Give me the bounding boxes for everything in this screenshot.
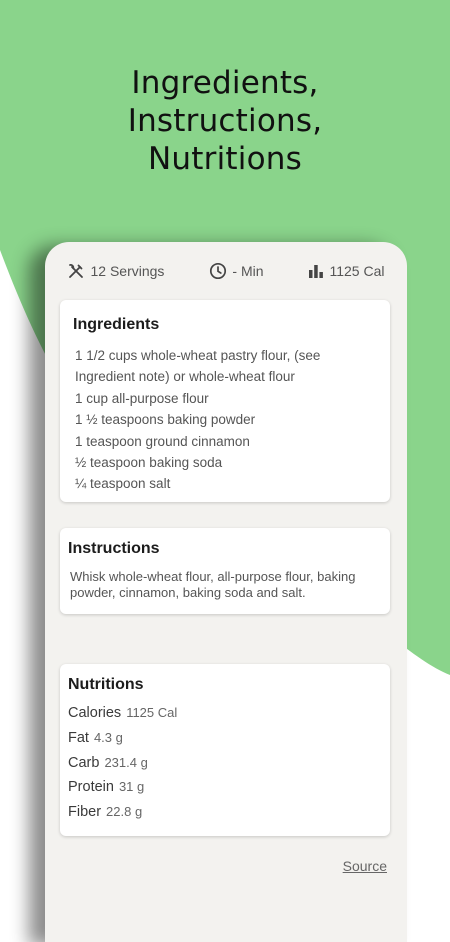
ingredient-line: 1 teaspoon ground cinnamon [75, 433, 250, 449]
nutrition-value: 231.4 g [104, 754, 148, 770]
servings-label: 12 Servings [90, 263, 165, 279]
nutrition-value: 22.8 g [106, 804, 143, 820]
time-label: - Min [232, 263, 264, 279]
recipe-stats-bar: 12 Servings - Min 1125 Cal [45, 260, 407, 282]
nutrition-value: 1125 Cal [126, 705, 178, 720]
headline-line-1: Ingredients, [131, 65, 319, 101]
calories-label: 1125 Cal [329, 263, 385, 279]
nutritions-card: Nutritions Calories 1125 Cal Fat 4.3 g C… [60, 664, 390, 836]
servings-stat: 12 Servings [67, 262, 164, 280]
ingredient-line: ½ teaspoon baking soda [75, 455, 223, 471]
nutrition-value: 31 g [118, 779, 145, 795]
headline-line-3: Nutritions [148, 141, 302, 177]
ingredients-card: Ingredients 1 1/2 cups whole-wheat pastr… [60, 300, 390, 502]
nutrition-label: Fiber [68, 804, 102, 821]
nutrition-label: Fat [68, 729, 89, 746]
nutrition-label: Carb [68, 754, 100, 771]
bar-chart-icon [309, 265, 324, 278]
nutrition-row-fiber: Fiber 22.8 g [68, 804, 177, 829]
ingredient-line: Ingredient note) or whole-wheat flour [75, 369, 295, 385]
nutrition-row-protein: Protein 31 g [68, 779, 177, 804]
nutrition-value: 4.3 g [93, 729, 123, 745]
nutrition-label: Protein [68, 779, 114, 796]
calories-stat: 1125 Cal [308, 263, 385, 279]
instructions-title: Instructions [68, 540, 160, 557]
source-link[interactable]: Source [343, 858, 387, 874]
clock-icon [210, 262, 227, 280]
headline-line-2: Instructions, [127, 103, 323, 139]
nutrition-row-carb: Carb 231.4 g [68, 755, 177, 780]
ingredients-title: Ingredients [73, 316, 160, 333]
headline: Ingredients, Instructions, Nutritions [0, 64, 450, 178]
ingredient-line: ¼ teaspoon salt [75, 476, 171, 492]
ingredient-line: 1 cup all-purpose flour [75, 390, 209, 406]
time-stat: - Min [209, 262, 264, 280]
ingredient-line: 1 1/2 cups whole-wheat pastry flour, (se… [75, 348, 321, 363]
ingredient-line: 1 ½ teaspoons baking powder [75, 412, 256, 428]
nutrition-row-calories: Calories 1125 Cal [68, 705, 177, 730]
instructions-card: Instructions Whisk whole-wheat flour, al… [60, 528, 390, 614]
ingredients-list: 1 1/2 cups whole-wheat pastry flour, (se… [75, 345, 380, 495]
nutritions-list: Calories 1125 Cal Fat 4.3 g Carb 231.4 g… [68, 705, 177, 829]
nutrition-label: Calories [68, 705, 122, 721]
nutrition-row-fat: Fat 4.3 g [68, 730, 177, 755]
instructions-text: Whisk whole-wheat flour, all-purpose flo… [70, 569, 356, 600]
nutritions-title: Nutritions [68, 676, 144, 693]
recipe-detail-panel: 12 Servings - Min 1125 Cal Ingredients 1… [45, 242, 407, 942]
utensils-icon [69, 264, 84, 278]
